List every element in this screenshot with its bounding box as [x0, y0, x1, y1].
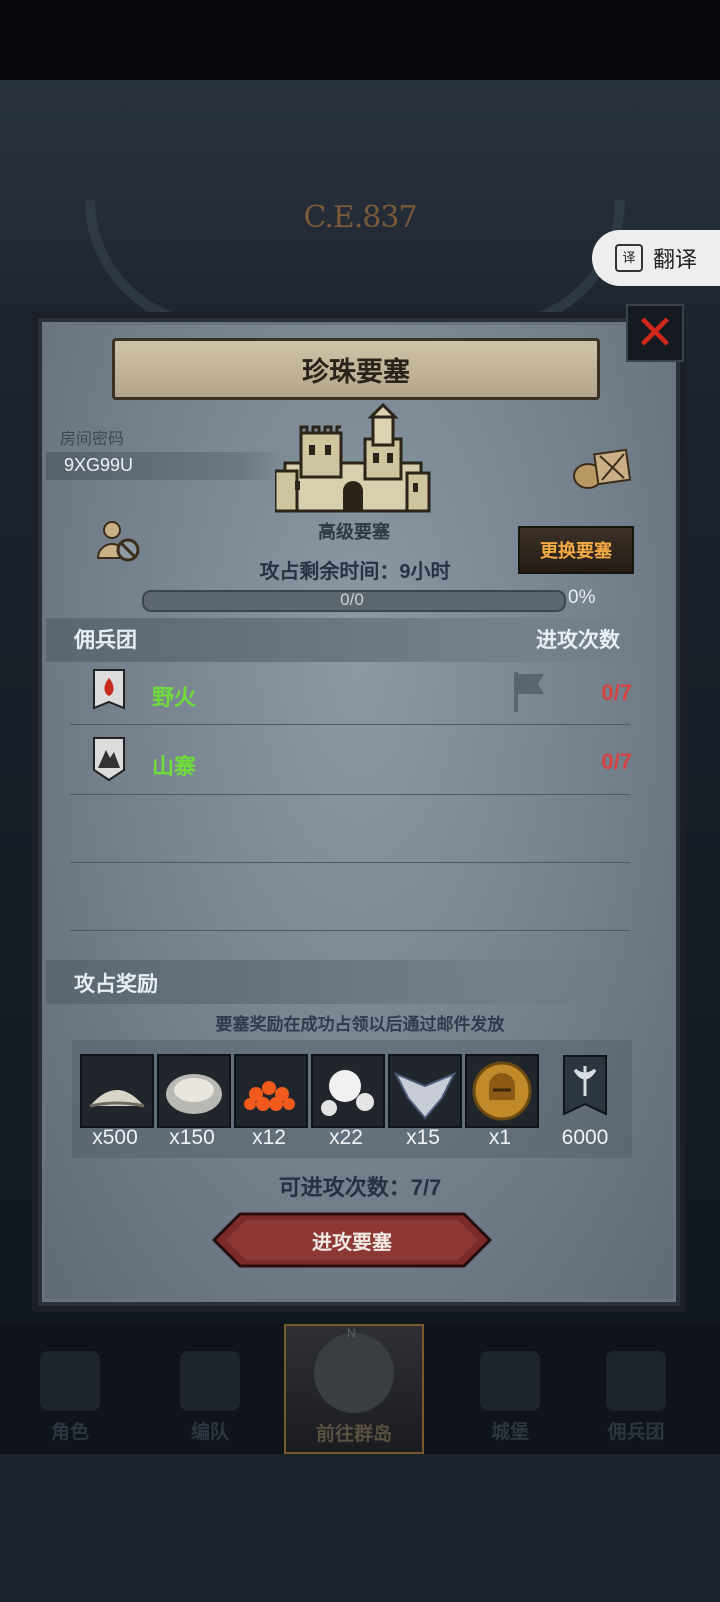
no-visitor-icon[interactable] — [96, 518, 142, 564]
attack-fortress-label[interactable]: 进攻要塞 — [212, 1212, 492, 1268]
remaining-attempts: 可进攻次数：7/7 — [278, 1175, 442, 1200]
occupation-progress-percent: 0% — [568, 587, 596, 608]
close-button[interactable]: ✕ — [626, 304, 684, 362]
close-icon: ✕ — [634, 307, 676, 360]
flag-icon — [514, 672, 544, 712]
pearl-icon[interactable] — [311, 1054, 385, 1128]
mercenary-name[interactable]: 山寨 — [152, 749, 196, 781]
character-icon — [40, 1351, 100, 1411]
mountain-banner-icon — [93, 737, 125, 782]
occupation-time-remaining: 攻占剩余时间：9小时 — [259, 561, 451, 583]
fish-roe-icon[interactable] — [234, 1054, 308, 1128]
winged-emblem-icon[interactable] — [388, 1054, 462, 1128]
attack-count-header: 进攻次数 — [536, 629, 620, 652]
modal-title: 珍珠要塞 — [112, 338, 600, 400]
axe-banner-icon[interactable] — [560, 1054, 610, 1124]
oyster-icon[interactable] — [157, 1054, 231, 1128]
nav-label: 佣兵团 — [607, 1422, 665, 1443]
fortress-level: 高级要塞 — [318, 522, 390, 542]
mercenary-attack-count: 0/7 — [601, 749, 632, 774]
occupation-progress-text: 0/0 — [340, 590, 364, 609]
castle-icon — [480, 1351, 540, 1411]
change-fortress-label: 更换要塞 — [540, 541, 612, 561]
reward-quantity: 6000 — [561, 1126, 609, 1149]
reward-quantity: x150 — [169, 1126, 215, 1149]
reward-section-title: 攻占奖励 — [74, 973, 158, 996]
reward-quantity: x12 — [252, 1126, 286, 1149]
mercenary-ship-icon — [606, 1351, 666, 1411]
nav-castle[interactable]: 城堡 — [440, 1324, 580, 1450]
reward-note: 要塞奖励在成功占领以后通过邮件发放 — [215, 1015, 505, 1034]
compass-north-label: N — [347, 1326, 356, 1340]
nav-label: 角色 — [50, 1422, 89, 1443]
nav-islands[interactable]: 前往群岛 — [284, 1324, 424, 1454]
row-divider — [70, 724, 630, 725]
row-divider — [70, 930, 630, 931]
modal-title-text: 珍珠要塞 — [302, 356, 410, 387]
nav-mercenary[interactable]: 佣兵团 — [566, 1324, 706, 1450]
row-divider — [70, 862, 630, 863]
reward-quantity: x15 — [406, 1126, 440, 1149]
compass-map-icon — [314, 1333, 394, 1413]
fortress-image — [275, 403, 431, 513]
fire-banner-icon — [93, 669, 125, 710]
change-fortress-button[interactable]: 更换要塞 — [518, 526, 634, 574]
reward-quantity: x500 — [92, 1126, 138, 1149]
room-code-label: 房间密码 — [60, 431, 125, 448]
knight-helmet-coin-icon[interactable] — [465, 1054, 539, 1128]
nav-label: 前往群岛 — [315, 1424, 392, 1445]
translate-icon: 译 — [614, 244, 643, 272]
salt-pile-icon[interactable] — [80, 1054, 154, 1128]
nav-label: 编队 — [190, 1422, 229, 1443]
nav-label: 城堡 — [490, 1422, 529, 1443]
bottom-background — [0, 1454, 720, 1602]
status-bar — [0, 0, 720, 80]
supplies-icon[interactable] — [572, 446, 632, 490]
translate-label: 翻译 — [652, 247, 697, 272]
nav-character[interactable]: 角色 — [0, 1324, 140, 1450]
reward-quantity: x22 — [329, 1126, 363, 1149]
translate-button[interactable]: 译 翻译 — [592, 230, 720, 286]
nav-formation[interactable]: 编队 — [140, 1324, 280, 1450]
row-divider — [70, 794, 630, 795]
mercenary-section-title: 佣兵团 — [74, 629, 137, 652]
mercenary-attack-count: 0/7 — [601, 680, 632, 705]
reward-quantity: x1 — [488, 1126, 512, 1149]
formation-icon — [180, 1351, 240, 1411]
room-code-value[interactable]: 9XG99U — [64, 455, 133, 476]
mercenary-name[interactable]: 野火 — [152, 680, 196, 712]
era-label: C.E.837 — [303, 200, 417, 235]
